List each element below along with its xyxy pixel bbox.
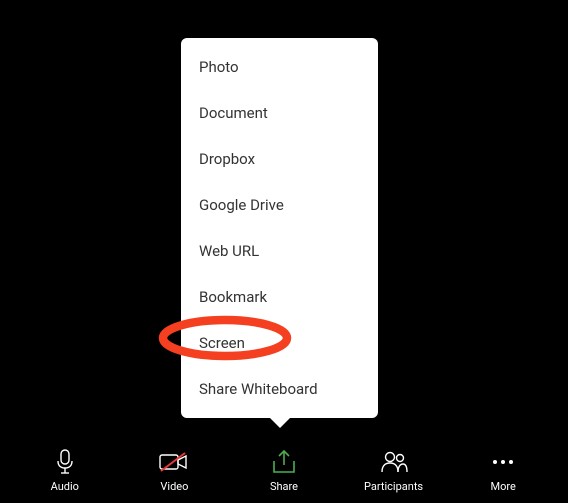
video-button[interactable]: Video xyxy=(134,448,214,493)
share-button[interactable]: Share xyxy=(244,448,324,493)
audio-button[interactable]: Audio xyxy=(25,448,105,493)
share-icon xyxy=(271,448,297,476)
menu-item-dropbox[interactable]: Dropbox xyxy=(181,136,378,182)
menu-item-bookmark[interactable]: Bookmark xyxy=(181,274,378,320)
share-menu: Photo Document Dropbox Google Drive Web … xyxy=(181,38,378,418)
menu-item-web-url[interactable]: Web URL xyxy=(181,228,378,274)
menu-item-screen[interactable]: Screen xyxy=(181,320,378,366)
menu-item-document[interactable]: Document xyxy=(181,90,378,136)
meeting-toolbar: Audio Video Share xyxy=(0,433,568,493)
menu-item-photo[interactable]: Photo xyxy=(181,38,378,90)
menu-item-share-whiteboard[interactable]: Share Whiteboard xyxy=(181,366,378,418)
video-off-icon xyxy=(158,448,190,476)
menu-item-google-drive[interactable]: Google Drive xyxy=(181,182,378,228)
more-icon xyxy=(490,448,516,476)
share-label: Share xyxy=(270,480,298,493)
audio-label: Audio xyxy=(51,480,79,493)
participants-icon xyxy=(379,448,409,476)
microphone-icon xyxy=(55,448,75,476)
video-label: Video xyxy=(160,480,188,493)
more-button[interactable]: More xyxy=(463,448,543,493)
more-label: More xyxy=(491,480,516,493)
participants-label: Participants xyxy=(364,480,423,493)
participants-button[interactable]: Participants xyxy=(354,448,434,493)
